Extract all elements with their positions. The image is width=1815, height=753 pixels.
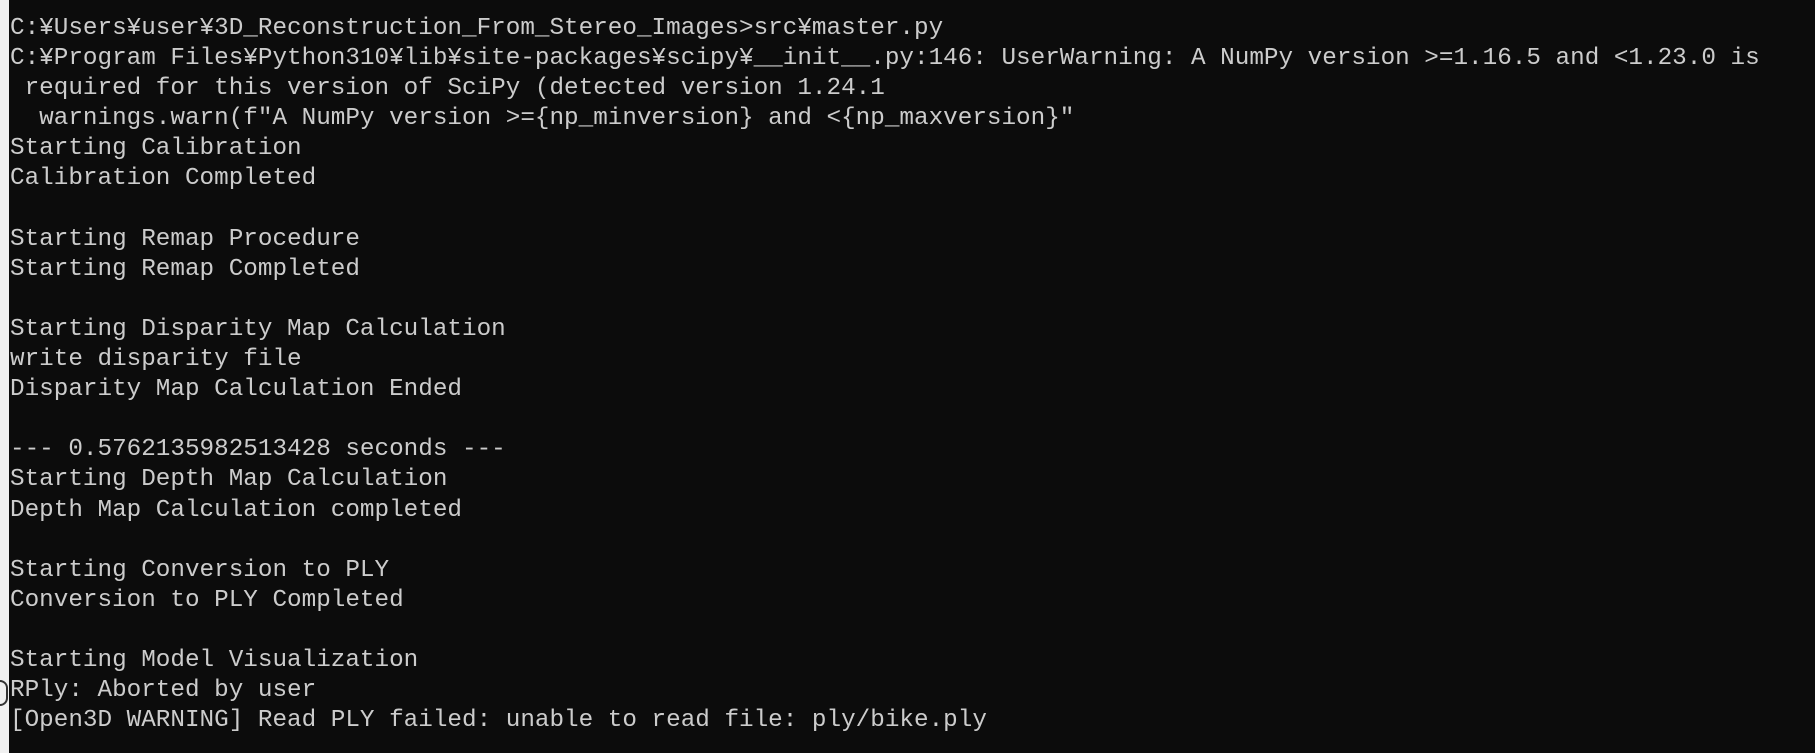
console-line: Starting Calibration xyxy=(10,135,302,163)
console-line: Starting Model Visualization xyxy=(10,646,419,674)
window-left-edge xyxy=(0,0,9,753)
console-line: Starting Depth Map Calculation xyxy=(10,466,448,494)
console-line: Starting Remap Completed xyxy=(10,255,360,283)
resize-handle[interactable] xyxy=(0,680,8,706)
console-line: Starting Disparity Map Calculation xyxy=(10,315,506,343)
console-line: Depth Map Calculation completed xyxy=(10,496,462,524)
terminal-output[interactable]: C:¥Users¥user¥3D_Reconstruction_From_Ste… xyxy=(10,14,1810,736)
console-line: Starting Remap Procedure xyxy=(10,225,360,253)
console-line: Conversion to PLY Completed xyxy=(10,586,404,614)
console-line: write disparity file xyxy=(10,346,302,374)
console-line: Disparity Map Calculation Ended xyxy=(10,376,462,404)
console-line: C:¥Users¥user¥3D_Reconstruction_From_Ste… xyxy=(10,15,944,42)
console-line: RPly: Aborted by user xyxy=(10,677,317,705)
console-line: required for this version of SciPy (dete… xyxy=(10,75,885,103)
console-line: Starting Conversion to PLY xyxy=(10,556,390,584)
console-line: warnings.warn(f"A NumPy version >={np_mi… xyxy=(10,105,1075,133)
console-line: C:¥Program Files¥Python310¥lib¥site-pack… xyxy=(10,45,1760,73)
console-line: --- 0.5762135982513428 seconds --- xyxy=(10,436,506,464)
console-line: Calibration Completed xyxy=(10,165,317,193)
console-line: [Open3D WARNING] Read PLY failed: unable… xyxy=(10,707,987,735)
